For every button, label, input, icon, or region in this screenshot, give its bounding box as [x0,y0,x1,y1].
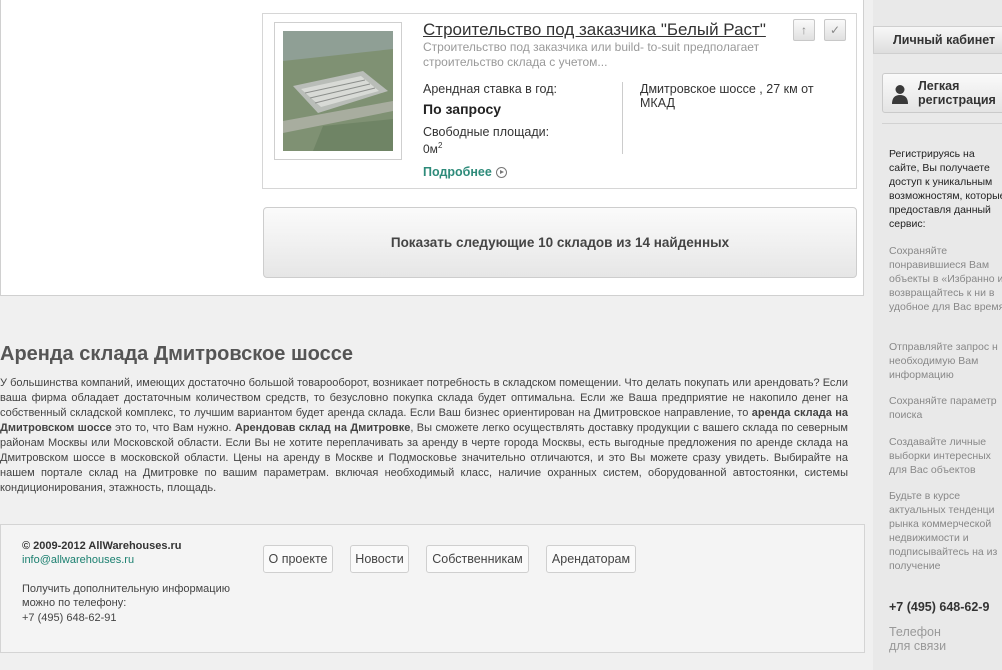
benefit-item: Сохраняйте параметр поиска [889,395,997,421]
user-icon [892,85,908,104]
rate-value: По запросу [423,101,502,117]
footer-owners-button[interactable]: Собственникам [426,545,529,573]
sidebar-phone: +7 (495) 648-62-9 [889,600,990,614]
footer: © 2009-2012 AllWarehouses.ru info@allwar… [0,524,865,653]
footer-tenants-button[interactable]: Арендаторам [546,545,636,573]
warehouse-thumbnail-frame[interactable] [274,22,402,160]
free-area-label: Свободные площади: [423,125,550,139]
seo-text-part-2: это то, что Вам нужно. [111,422,235,434]
results-panel: Строительство под заказчика "Белый Раст"… [0,0,864,296]
more-details-label: Подробнее [423,165,492,179]
seo-text: У большинства компаний, имеющих достаточ… [0,376,848,496]
seo-text-part-1: У большинства компаний, имеющих достаточ… [0,377,848,419]
show-more-button[interactable]: Показать следующие 10 складов из 14 найд… [263,207,857,278]
free-area-unit: 2 [437,141,443,150]
seo-text-bold-2: Арендовав склад на Дмитровке [234,422,411,434]
copyright: © 2009-2012 AllWarehouses.ru [22,540,182,552]
warehouse-thumbnail[interactable] [283,31,393,151]
sidebar-divider [882,123,1002,124]
benefit-item: Будьте в курсе актуальных тенденци рынка… [889,490,998,572]
benefit-item: Отправляйте запрос н необходимую Вам инф… [889,341,998,381]
more-details-link[interactable]: Подробнее [423,165,507,179]
email-link[interactable]: info@allwarehouses.ru [22,554,134,566]
warehouse-description: Строительство под заказчика или build- t… [423,40,760,69]
warehouse-title-link[interactable]: Строительство под заказчика "Белый Раст" [423,20,766,40]
warehouse-address: Дмитровское шоссе , 27 км от МКАД [640,82,814,110]
easy-registration-button[interactable]: Легкая регистрация [882,73,1002,113]
easy-registration-label: Легкая регистрация [918,79,996,107]
card-divider [622,82,623,154]
arrow-up-icon: ↑ [801,23,807,37]
phone-note: Получить дополнительную информацию можно… [22,583,230,609]
benefit-item: Сохраняйте понравившиеся Вам объекты в «… [889,245,1002,313]
warehouse-card: Строительство под заказчика "Белый Раст"… [262,13,857,189]
seo-title: Аренда склада Дмитровское шоссе [0,343,353,365]
free-area-value: 0м2 [423,141,442,156]
free-area-number: 0м [423,142,438,156]
check-icon: ✓ [829,23,841,37]
benefit-item: Создавайте личные выборки интересных для… [889,436,991,476]
sidebar: Личный кабинет Легкая регистрация Регист… [873,0,1002,670]
play-circle-icon [495,166,507,178]
footer-news-button[interactable]: Новости [350,545,409,573]
compare-button[interactable]: ✓ [824,19,846,41]
personal-cabinet-tab[interactable]: Личный кабинет [873,26,1002,54]
sidebar-phone-label: Телефон для связи [889,625,947,653]
move-up-button[interactable]: ↑ [793,19,815,41]
footer-about-button[interactable]: О проекте [263,545,333,573]
benefits-intro: Регистрируясь на сайте, Вы получаете дос… [889,148,1002,230]
footer-phone: +7 (495) 648-62-91 [22,612,117,624]
rate-label: Арендная ставка в год: [423,82,557,96]
